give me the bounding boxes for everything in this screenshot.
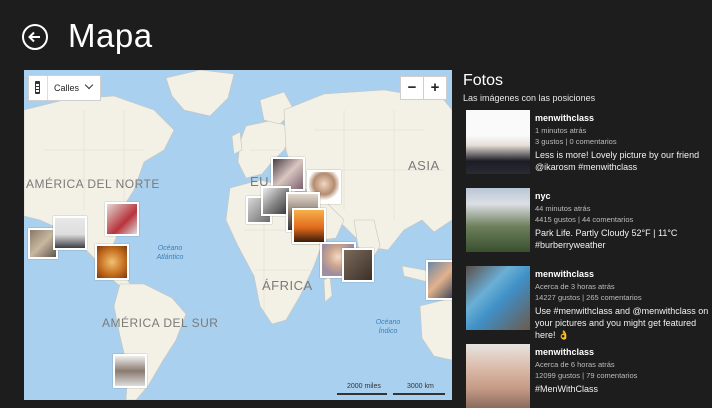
photo-list-item[interactable]: menwithclass Acerca de 3 horas atrás 142…: [466, 266, 712, 340]
photo-marker[interactable]: [292, 208, 326, 244]
panel-title: Fotos: [463, 72, 504, 89]
photo-marker[interactable]: [113, 354, 147, 388]
label-north-america: AMÉRICA DEL NORTE: [26, 177, 160, 191]
photo-marker[interactable]: [426, 260, 452, 300]
photo-list-item[interactable]: menwithclass Acerca de 6 horas atrás 120…: [466, 344, 712, 408]
map-style-label: Calles: [54, 83, 80, 93]
label-africa: ÁFRICA: [262, 278, 313, 293]
world-map[interactable]: AMÉRICA DEL NORTE AMÉRICA DEL SUR EU ASI…: [24, 70, 452, 400]
photo-stats: 4415 gustos | 44 comentarios: [535, 215, 634, 224]
photo-user: menwithclass: [535, 113, 595, 123]
photo-user: menwithclass: [535, 269, 595, 279]
panel-subtitle: Las imágenes con las posiciones: [463, 93, 596, 103]
photo-user: nyc: [535, 191, 551, 201]
photo-caption: #MenWithClass: [535, 384, 599, 394]
photo-caption: Less is more! Lovely picture by our frie…: [535, 150, 700, 172]
photo-thumbnail: [466, 344, 530, 408]
photo-time: 44 minutos atrás: [535, 204, 591, 213]
photo-marker[interactable]: [53, 216, 87, 250]
photo-marker[interactable]: [95, 244, 129, 280]
arrow-left-icon: [28, 31, 40, 43]
photo-thumbnail: [466, 266, 530, 330]
chevron-down-icon: [84, 80, 94, 90]
photo-user: menwithclass: [535, 347, 595, 357]
photo-stats: 14227 gustos | 265 comentarios: [535, 293, 642, 302]
photo-stats: 3 gustos | 0 comentarios: [535, 137, 617, 146]
map-style-dropdown[interactable]: Calles: [28, 75, 101, 101]
label-atlantic-ocean: Océano Atlántico: [156, 245, 184, 261]
map-scale-bar: 2000 miles 3000 km: [337, 383, 447, 397]
label-asia: ASIA: [408, 158, 440, 173]
zoom-out-button[interactable]: −: [400, 76, 424, 100]
zoom-in-button[interactable]: +: [423, 76, 447, 100]
road-icon: [29, 76, 48, 100]
back-button[interactable]: [22, 24, 48, 50]
scale-miles: 2000 miles: [347, 383, 381, 390]
label-indian-ocean: Océano Índico: [375, 319, 401, 335]
photo-marker[interactable]: [342, 248, 374, 282]
photo-list-item[interactable]: nyc 44 minutos atrás 4415 gustos | 44 co…: [466, 188, 712, 252]
photo-time: Acerca de 6 horas atrás: [535, 360, 615, 369]
photo-time: Acerca de 3 horas atrás: [535, 282, 615, 291]
photo-thumbnail: [466, 110, 530, 174]
photo-caption: Use #menwithclass and @menwithclass on y…: [535, 306, 709, 340]
photo-time: 1 minutos atrás: [535, 126, 587, 135]
scale-km: 3000 km: [407, 383, 434, 390]
page-title: Mapa: [68, 17, 153, 54]
map-landmass: [24, 70, 452, 400]
photo-marker[interactable]: [105, 202, 139, 236]
photo-caption: Park Life. Partly Cloudy 52°F | 11°C #bu…: [535, 228, 678, 250]
photo-list-item[interactable]: menwithclass 1 minutos atrás 3 gustos | …: [466, 110, 712, 174]
photo-stats: 12099 gustos | 79 comentarios: [535, 371, 638, 380]
photo-thumbnail: [466, 188, 530, 252]
label-south-america: AMÉRICA DEL SUR: [102, 316, 219, 330]
